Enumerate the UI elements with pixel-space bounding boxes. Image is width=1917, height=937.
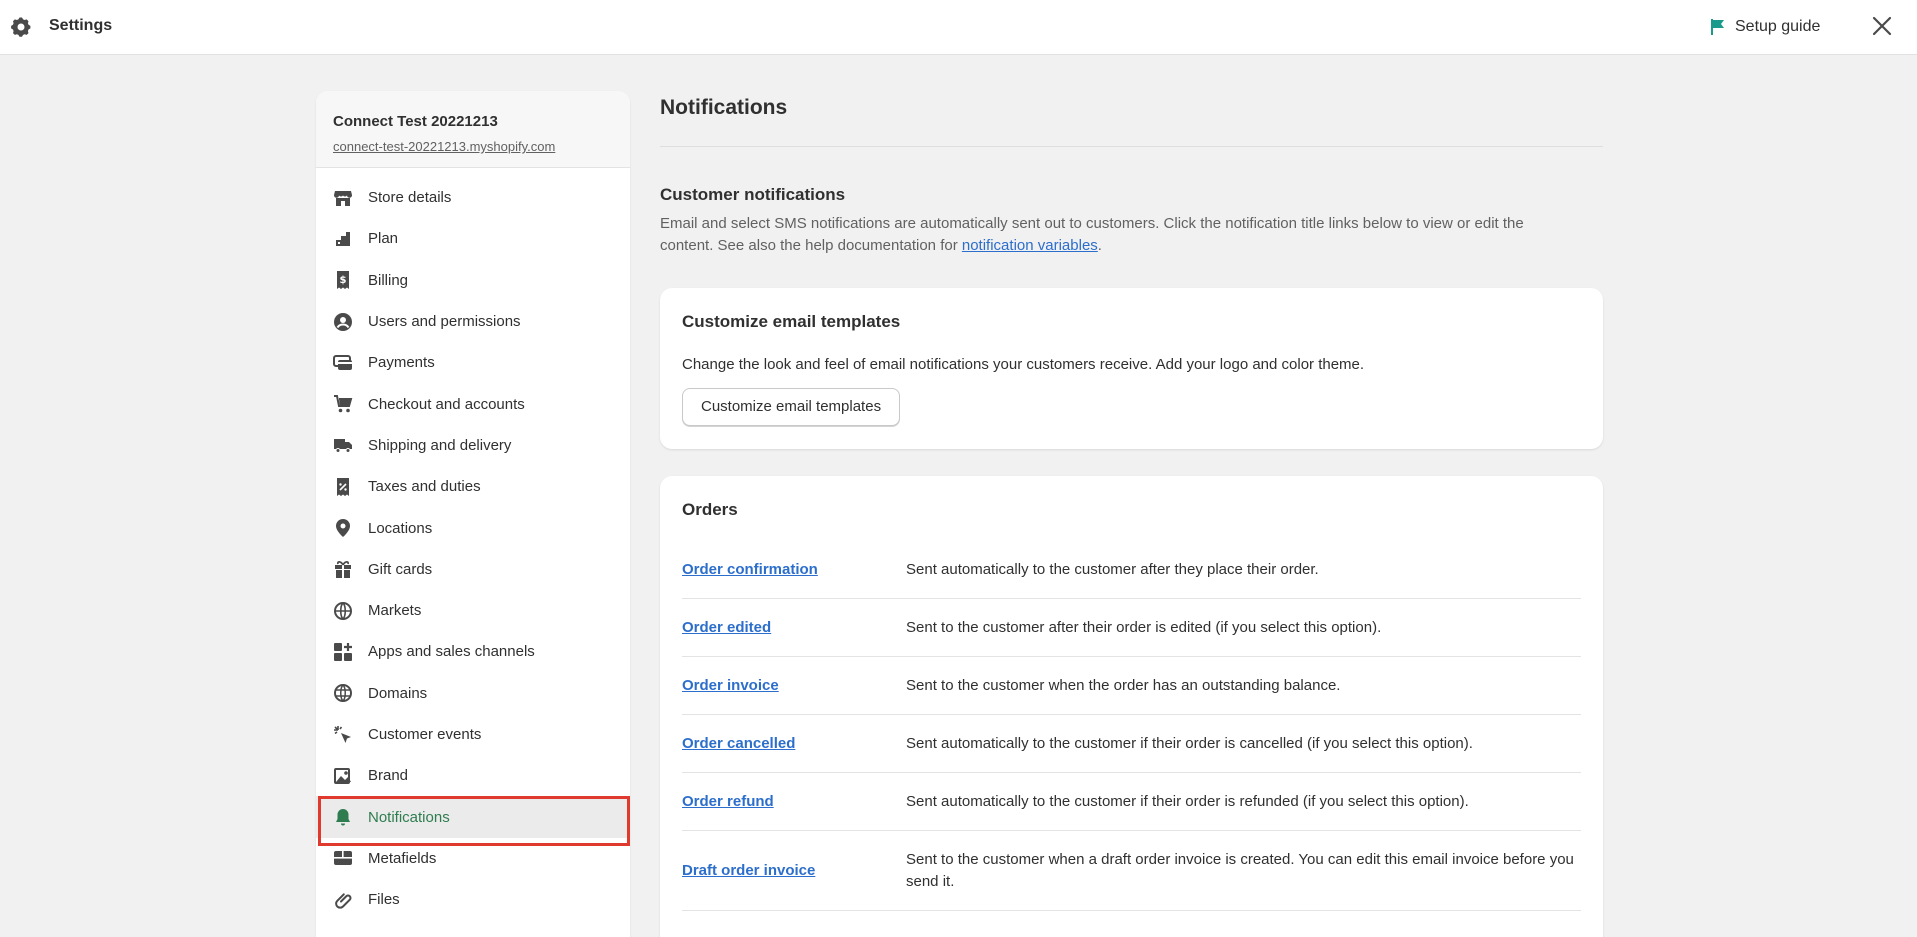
- store-name: Connect Test 20221213: [333, 113, 498, 130]
- sidebar-item-brand[interactable]: Brand: [316, 755, 630, 796]
- sidebar-item-label: Checkout and accounts: [368, 395, 525, 413]
- sidebar-item-checkout[interactable]: Checkout and accounts: [316, 383, 630, 424]
- draft-order-invoice-link[interactable]: Draft order invoice: [682, 862, 906, 879]
- customer-notifications-description: Email and select SMS notifications are a…: [660, 213, 1570, 257]
- location-pin-icon: [333, 518, 353, 538]
- row-description: Sent to the customer when the order has …: [906, 676, 1341, 694]
- sidebar-item-label: Payments: [368, 354, 435, 372]
- sidebar-item-label: Apps and sales channels: [368, 643, 535, 661]
- user-icon: [333, 312, 353, 332]
- sidebar-item-label: Files: [368, 891, 400, 909]
- sidebar-item-label: Metafields: [368, 849, 437, 867]
- sidebar-item-label: Brand: [368, 767, 409, 785]
- sidebar-item-taxes[interactable]: Taxes and duties: [316, 466, 630, 507]
- truck-icon: [333, 435, 353, 455]
- sidebar-item-label: Locations: [368, 519, 433, 537]
- row-description: Sent automatically to the customer after…: [906, 560, 1319, 578]
- plan-icon: [333, 229, 353, 249]
- card-text: Change the look and feel of email notifi…: [682, 356, 1365, 373]
- list-item: Order confirmation Sent automatically to…: [682, 541, 1581, 599]
- row-description: Sent automatically to the customer if th…: [906, 792, 1469, 810]
- sidebar-item-label: Plan: [368, 230, 399, 248]
- sidebar-item-label: Customer events: [368, 726, 482, 743]
- sidebar-item-apps[interactable]: Apps and sales channels: [316, 631, 630, 672]
- globe-markets-icon: [333, 601, 353, 621]
- close-icon[interactable]: [1870, 14, 1894, 38]
- main-content: Notifications Customer notifications Ema…: [660, 91, 1603, 937]
- list-item: Order cancelled Sent automatically to th…: [682, 715, 1581, 773]
- sidebar-item-label: Shipping and delivery: [368, 436, 512, 454]
- order-invoice-link[interactable]: Order invoice: [682, 677, 906, 694]
- sidebar-item-files[interactable]: Files: [316, 879, 630, 920]
- row-description: Sent to the customer after their order i…: [906, 618, 1382, 636]
- sidebar-item-gift-cards[interactable]: Gift cards: [316, 549, 630, 590]
- sidebar-item-markets[interactable]: Markets: [316, 590, 630, 631]
- sidebar-item-billing[interactable]: $ Billing: [316, 260, 630, 301]
- top-bar: Settings Setup guide: [0, 0, 1917, 55]
- settings-nav: Store details Plan $ Billing Users and p…: [316, 168, 630, 920]
- bell-icon: [333, 807, 353, 827]
- sidebar-item-metafields[interactable]: Metafields: [316, 838, 630, 879]
- cursor-click-icon: [333, 725, 353, 745]
- order-refund-link[interactable]: Order refund: [682, 793, 906, 810]
- billing-icon: $: [333, 270, 353, 290]
- sidebar-item-customer-events[interactable]: Customer events: [316, 714, 630, 755]
- sidebar-item-label: Markets: [368, 602, 422, 620]
- list-item: Order invoice Sent to the customer when …: [682, 657, 1581, 715]
- order-cancelled-link[interactable]: Order cancelled: [682, 735, 906, 752]
- sidebar-item-label: Domains: [368, 684, 428, 702]
- customize-email-templates-card: Customize email templates Change the loo…: [660, 288, 1603, 449]
- sidebar-item-users[interactable]: Users and permissions: [316, 301, 630, 342]
- sidebar-item-store-details[interactable]: Store details: [316, 177, 630, 218]
- sidebar-item-domains[interactable]: Domains: [316, 673, 630, 714]
- globe-icon: [333, 683, 353, 703]
- notification-variables-link[interactable]: notification variables: [962, 237, 1098, 254]
- row-description: Sent to the customer when a draft order …: [906, 850, 1574, 890]
- sidebar-item-shipping[interactable]: Shipping and delivery: [316, 425, 630, 466]
- sidebar-item-label: Users and permissions: [368, 313, 521, 331]
- brand-icon: [333, 766, 353, 786]
- store-header: Connect Test 20221213 connect-test-20221…: [316, 91, 630, 168]
- setup-guide-button[interactable]: Setup guide: [1710, 15, 1820, 39]
- apps-icon: [333, 642, 353, 662]
- settings-title: Settings: [49, 17, 113, 34]
- divider: [660, 146, 1603, 147]
- sidebar-item-payments[interactable]: Payments: [316, 342, 630, 383]
- sidebar-item-label: Notifications: [368, 808, 450, 826]
- settings-sidebar: Connect Test 20221213 connect-test-20221…: [316, 91, 630, 937]
- sidebar-item-plan[interactable]: Plan: [316, 218, 630, 259]
- gear-icon: [11, 17, 31, 37]
- order-confirmation-link[interactable]: Order confirmation: [682, 561, 906, 578]
- setup-guide-label: Setup guide: [1735, 18, 1821, 35]
- sidebar-item-locations[interactable]: Locations: [316, 507, 630, 548]
- sidebar-item-label: Billing: [368, 271, 409, 289]
- tax-icon: [333, 477, 353, 497]
- store-url-link[interactable]: connect-test-20221213.myshopify.com: [333, 139, 613, 154]
- customize-email-templates-button[interactable]: Customize email templates: [682, 388, 901, 426]
- svg-text:$: $: [340, 275, 347, 286]
- page-title: Notifications: [660, 96, 788, 119]
- sidebar-item-label: Store details: [368, 189, 452, 207]
- customer-notifications-title: Customer notifications: [660, 185, 846, 204]
- list-item: Draft order invoice Sent to the customer…: [682, 831, 1581, 911]
- list-item: Order edited Sent to the customer after …: [682, 599, 1581, 657]
- cart-icon: [333, 394, 353, 414]
- card-title: Customize email templates: [682, 312, 901, 331]
- row-description: Sent automatically to the customer if th…: [906, 734, 1473, 752]
- paperclip-icon: [333, 890, 353, 910]
- card-title: Orders: [682, 500, 738, 519]
- list-item: Order refund Sent automatically to the c…: [682, 773, 1581, 831]
- sidebar-item-label: Taxes and duties: [368, 478, 481, 496]
- description-end: .: [1097, 237, 1102, 254]
- metafields-icon: [333, 848, 353, 868]
- gift-icon: [333, 559, 353, 579]
- payments-icon: [333, 353, 353, 373]
- order-edited-link[interactable]: Order edited: [682, 619, 906, 636]
- flag-icon: [1711, 19, 1724, 35]
- orders-card: Orders Order confirmation Sent automatic…: [660, 476, 1603, 937]
- sidebar-item-label: Gift cards: [368, 560, 433, 578]
- store-icon: [333, 188, 353, 208]
- sidebar-item-notifications[interactable]: Notifications: [316, 796, 630, 847]
